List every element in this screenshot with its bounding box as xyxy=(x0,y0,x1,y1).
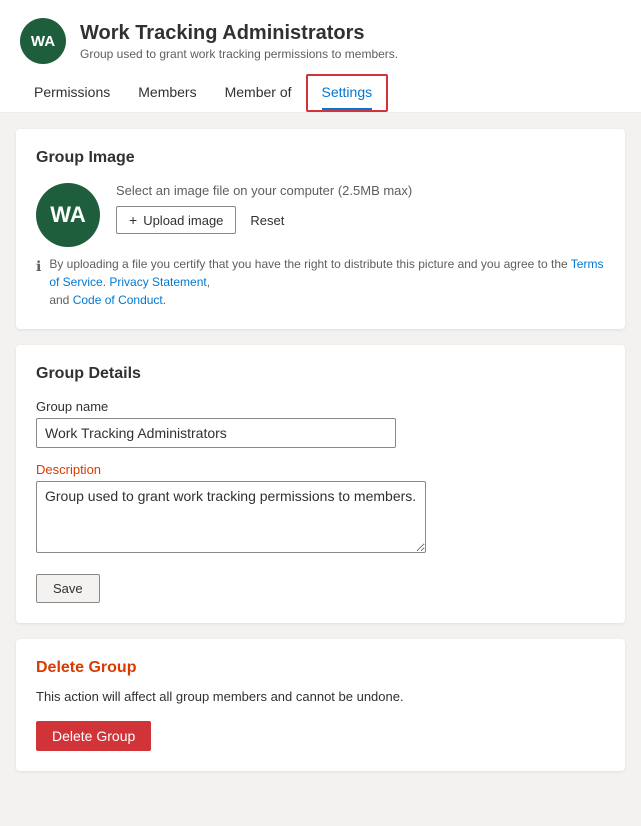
delete-group-card: Delete Group This action will affect all… xyxy=(16,639,625,771)
plus-icon: + xyxy=(129,212,137,228)
group-details-title: Group Details xyxy=(36,365,605,383)
image-controls: Select an image file on your computer (2… xyxy=(116,183,412,234)
tab-settings[interactable]: Settings xyxy=(306,74,389,112)
code-of-conduct-link[interactable]: Code of Conduct xyxy=(73,293,163,307)
info-icon: ℹ xyxy=(36,256,41,277)
description-label: Description xyxy=(36,462,605,477)
save-button[interactable]: Save xyxy=(36,574,100,603)
group-avatar: WA xyxy=(36,183,100,247)
tab-permissions[interactable]: Permissions xyxy=(20,74,124,112)
main-content: Group Image WA Select an image file on y… xyxy=(0,113,641,787)
legal-notice: ℹ By uploading a file you certify that y… xyxy=(36,255,605,309)
image-hint: Select an image file on your computer (2… xyxy=(116,183,412,198)
privacy-statement-link[interactable]: Privacy Statement xyxy=(109,275,206,289)
page-header: WA Work Tracking Administrators Group us… xyxy=(0,0,641,74)
group-image-row: WA Select an image file on your computer… xyxy=(36,183,605,247)
tab-members[interactable]: Members xyxy=(124,74,210,112)
description-input[interactable] xyxy=(36,481,426,553)
upload-image-button[interactable]: + Upload image xyxy=(116,206,236,234)
header-avatar: WA xyxy=(20,18,66,64)
image-buttons: + Upload image Reset xyxy=(116,206,412,234)
group-details-card: Group Details Group name Description Sav… xyxy=(16,345,625,623)
reset-image-button[interactable]: Reset xyxy=(246,208,288,233)
group-image-title: Group Image xyxy=(36,149,605,167)
description-field-group: Description xyxy=(36,462,605,556)
nav-tabs: Permissions Members Member of Settings xyxy=(0,74,641,113)
group-name-label: Group name xyxy=(36,399,605,414)
header-text: Work Tracking Administrators Group used … xyxy=(80,22,398,61)
page-title: Work Tracking Administrators xyxy=(80,22,398,45)
group-name-input[interactable] xyxy=(36,418,396,448)
tab-member-of[interactable]: Member of xyxy=(211,74,306,112)
delete-group-title: Delete Group xyxy=(36,659,605,677)
group-image-card: Group Image WA Select an image file on y… xyxy=(16,129,625,329)
page-subtitle: Group used to grant work tracking permis… xyxy=(80,47,398,61)
delete-group-notice: This action will affect all group member… xyxy=(36,687,605,707)
delete-group-button[interactable]: Delete Group xyxy=(36,721,151,751)
group-name-field-group: Group name xyxy=(36,399,605,448)
